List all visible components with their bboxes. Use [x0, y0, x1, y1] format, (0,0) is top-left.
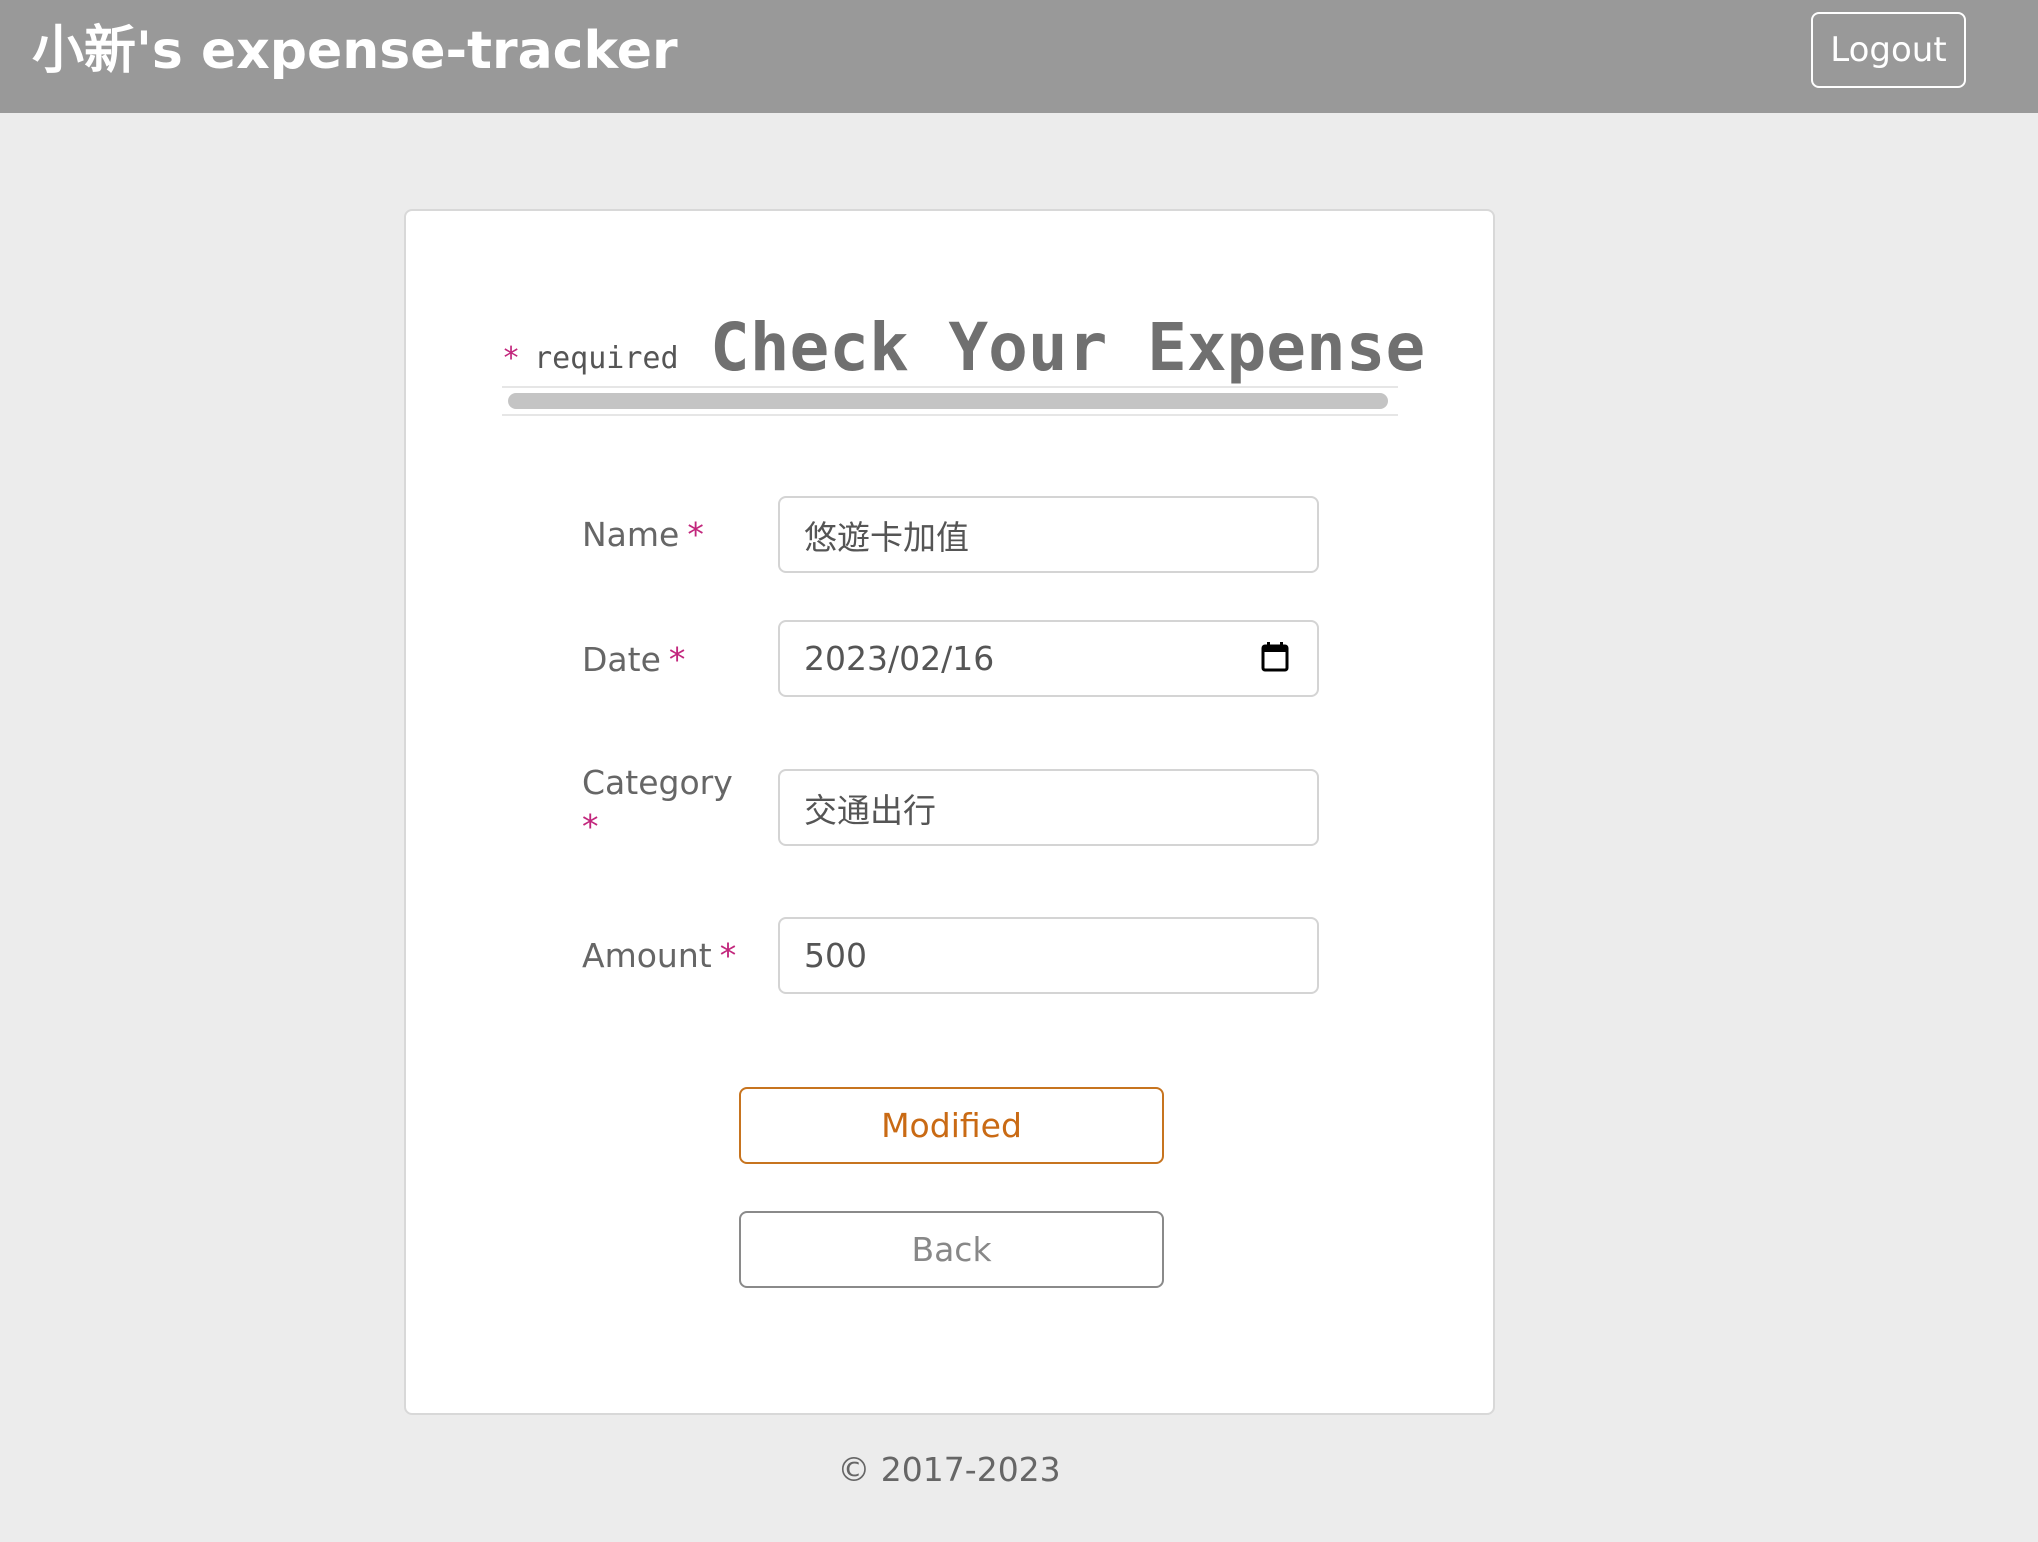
amount-required-star: *: [719, 936, 737, 975]
page-title: Check Your Expense: [710, 309, 1426, 386]
modified-button[interactable]: Modified: [739, 1087, 1164, 1164]
name-label-text: Name: [582, 515, 680, 554]
date-label-text: Date: [582, 640, 661, 679]
date-input[interactable]: [778, 620, 1319, 697]
app-brand[interactable]: 小新's expense-tracker: [32, 16, 678, 86]
name-required-star: *: [687, 515, 704, 554]
category-label: Category *: [582, 761, 733, 849]
title-divider: [502, 386, 1398, 416]
amount-input[interactable]: [778, 917, 1319, 994]
required-star: *: [502, 341, 521, 376]
required-note: * required: [502, 341, 679, 376]
name-label: Name *: [582, 513, 704, 557]
category-required-star: *: [582, 807, 599, 846]
category-input[interactable]: [778, 769, 1319, 846]
expense-card: *required Check Your Expense Name* Date*…: [404, 209, 1495, 1415]
date-required-star: *: [668, 640, 686, 679]
name-input[interactable]: [778, 496, 1319, 573]
date-field: [778, 620, 1319, 697]
top-navbar: 小新's expense-tracker Logout: [0, 0, 2038, 113]
date-label: Date *: [582, 638, 685, 682]
copyright-footer: © 2017-2023: [837, 1450, 1061, 1489]
amount-label: Amount *: [582, 934, 736, 978]
logout-button[interactable]: Logout: [1811, 12, 1966, 88]
back-button[interactable]: Back: [739, 1211, 1164, 1288]
category-label-text: Category: [582, 763, 733, 802]
calendar-icon[interactable]: [1261, 642, 1289, 672]
title-divider-bar: [508, 393, 1388, 409]
required-label: required: [534, 341, 679, 376]
amount-label-text: Amount: [582, 936, 712, 975]
